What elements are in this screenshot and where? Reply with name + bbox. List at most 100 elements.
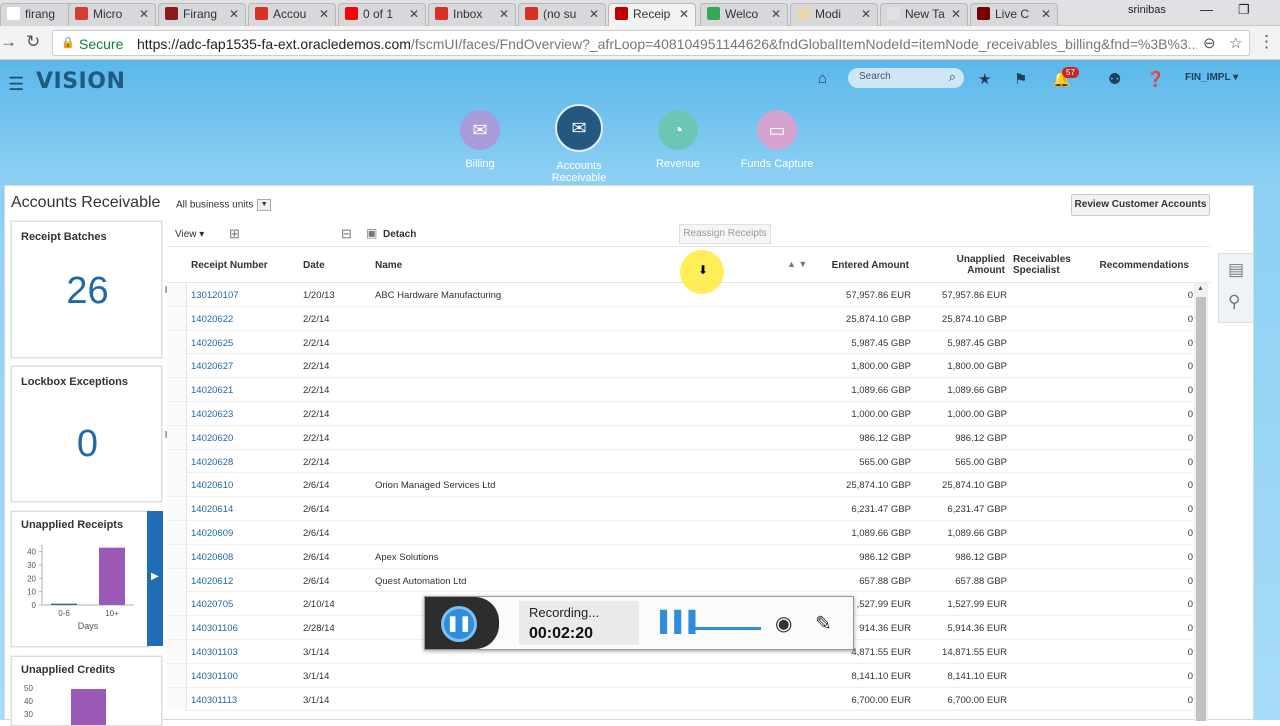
- help-icon[interactable]: ❓: [1146, 70, 1165, 88]
- springboard-icon[interactable]: ▭ Funds Capture: [727, 110, 827, 170]
- col-date[interactable]: Date: [303, 260, 325, 271]
- receipt-number-link[interactable]: 130120107: [191, 290, 239, 301]
- receipt-number-link[interactable]: 14020627: [191, 361, 233, 372]
- close-tab-icon[interactable]: ✕: [679, 7, 689, 21]
- browser-tab[interactable]: Inbox ✕: [428, 3, 516, 26]
- minimize-icon[interactable]: —: [1200, 2, 1213, 17]
- close-tab-icon[interactable]: ✕: [229, 7, 239, 21]
- search-icon[interactable]: ⌕: [949, 69, 956, 85]
- close-tab-icon[interactable]: ✕: [861, 7, 871, 21]
- col-unapplied-amount[interactable]: Unapplied Amount: [937, 254, 1005, 276]
- row-selector[interactable]: [167, 663, 187, 687]
- browser-tab[interactable]: Welco ✕: [700, 3, 788, 26]
- springboard-icon[interactable]: ✉ Accounts Receivable: [529, 104, 629, 184]
- browser-tab[interactable]: Receip ✕: [608, 3, 696, 27]
- profile-name[interactable]: srinibas: [1128, 4, 1166, 16]
- restore-icon[interactable]: ❐: [1238, 2, 1250, 18]
- table-scrollbar[interactable]: ▲: [1194, 283, 1208, 721]
- review-customer-accounts-button[interactable]: Review Customer Accounts: [1071, 194, 1210, 216]
- col-receipt-number[interactable]: Receipt Number: [191, 260, 268, 271]
- document-icon[interactable]: ▤: [1228, 260, 1244, 280]
- receipt-number-link[interactable]: 140301106: [191, 623, 238, 634]
- col-receivables-specialist[interactable]: Receivables Specialist: [1013, 254, 1093, 276]
- browser-tab[interactable]: 0 of 1 ✕: [338, 3, 426, 26]
- browser-tab[interactable]: Accou ✕: [248, 3, 336, 26]
- row-selector[interactable]: [167, 568, 187, 592]
- browser-tab[interactable]: Micro ✕: [68, 3, 156, 26]
- pause-icon[interactable]: ❚❚: [441, 606, 477, 642]
- table-row[interactable]: 14020612 2/6/14 Quest Automation Ltd 657.88…: [167, 568, 1193, 593]
- table-row[interactable]: 14020610 2/6/14 Orion Managed Services Ltd…: [167, 473, 1193, 498]
- accessibility-icon[interactable]: ⚉: [1108, 70, 1121, 88]
- table-row[interactable]: 14020620 2/2/14 986.12 GBP 986.12 GBP 0: [167, 425, 1193, 450]
- table-row[interactable]: 14020625 2/2/14 5,987.45 GBP 5,987.45 GBP 0: [167, 330, 1193, 355]
- reassign-receipts-button[interactable]: Reassign Receipts: [679, 224, 771, 244]
- table-row[interactable]: 140301100 3/1/14 8,141.10 EUR 8,141.10 EUR 0: [167, 663, 1193, 688]
- selected-tile-indicator[interactable]: ▶: [147, 511, 163, 646]
- receipt-number-link[interactable]: 14020623: [191, 409, 233, 420]
- receipt-number-link[interactable]: 14020620: [191, 433, 233, 444]
- row-selector[interactable]: [167, 520, 187, 544]
- table-row[interactable]: 14020609 2/6/14 1,089.66 GBP 1,089.66 GBP 0: [167, 520, 1193, 545]
- receipt-number-link[interactable]: 14020608: [191, 552, 233, 563]
- dropdown-icon[interactable]: ▼: [257, 199, 272, 211]
- row-selector[interactable]: [167, 330, 187, 354]
- table-row[interactable]: 14020614 2/6/14 6,231.47 GBP 6,231.47 GBP 0: [167, 497, 1193, 521]
- browser-tab[interactable]: Firang ✕: [158, 3, 246, 26]
- menu-icon[interactable]: ☰: [8, 74, 24, 95]
- forward-icon[interactable]: →: [0, 32, 17, 52]
- filter-icon[interactable]: ⊟: [341, 226, 352, 242]
- webcam-icon[interactable]: ◉: [775, 611, 792, 636]
- browser-tab[interactable]: Live C ✕: [970, 3, 1058, 26]
- lockbox-exceptions-tile[interactable]: Lockbox Exceptions 0 ▶: [11, 366, 173, 502]
- receipt-number-link[interactable]: 14020622: [191, 314, 233, 325]
- close-tab-icon[interactable]: ✕: [771, 7, 781, 21]
- table-row[interactable]: 14020621 2/2/14 1,089.66 GBP 1,089.66 GBP 0: [167, 378, 1193, 402]
- close-tab-icon[interactable]: ✕: [319, 7, 329, 21]
- url-field[interactable]: 🔒 Secure https://adc-fap1535-fa-ext.orac…: [52, 30, 1250, 56]
- close-tab-icon[interactable]: ✕: [499, 7, 509, 21]
- receipt-number-link[interactable]: 14020621: [191, 385, 233, 396]
- search-magnifier-icon[interactable]: ⚲: [1228, 292, 1240, 312]
- row-selector[interactable]: [167, 544, 187, 568]
- view-menu[interactable]: View ▾: [175, 229, 204, 240]
- table-row[interactable]: 140301113 3/1/14 6,700.00 EUR 6,700.00 EUR 0: [167, 687, 1193, 712]
- receipt-number-link[interactable]: 140301100: [191, 671, 238, 682]
- browser-tab[interactable]: Modi ✕: [790, 3, 878, 26]
- unapplied-receipts-tile[interactable]: Unapplied Receipts 40 30 20 10 0 0-6 10+ Days: [11, 511, 149, 647]
- row-selector[interactable]: [167, 401, 187, 425]
- table-row[interactable]: 14020628 2/2/14 565.00 GBP 565.00 GBP 0: [167, 449, 1193, 474]
- row-selector[interactable]: [167, 497, 187, 521]
- row-selector[interactable]: [167, 306, 187, 330]
- table-row[interactable]: 130120107 1/20/13 ABC Hardware Manufacturi…: [167, 283, 1193, 307]
- pen-icon[interactable]: ✎: [815, 611, 832, 636]
- table-row[interactable]: 14020608 2/6/14 Apex Solutions 986.12 GBP 98…: [167, 544, 1193, 569]
- receipt-number-link[interactable]: 14020609: [191, 528, 233, 539]
- browser-tab[interactable]: New Tab ✕: [880, 3, 968, 26]
- zoom-icon[interactable]: ⊖: [1203, 34, 1216, 52]
- browser-menu-icon[interactable]: ⋮: [1258, 32, 1275, 52]
- row-selector[interactable]: [167, 378, 187, 402]
- bookmark-star-icon[interactable]: ☆: [1229, 34, 1242, 52]
- receipt-batches-tile[interactable]: Receipt Batches 26 ▶: [11, 221, 173, 358]
- close-tab-icon[interactable]: ✕: [409, 7, 419, 21]
- receipt-number-link[interactable]: 140301103: [191, 647, 238, 658]
- unapplied-credits-tile[interactable]: Unapplied Credits 50 40 30: [11, 656, 162, 726]
- row-selector[interactable]: [167, 425, 187, 449]
- table-row[interactable]: 14020623 2/2/14 1,000.00 GBP 1,000.00 GBP 0: [167, 401, 1193, 426]
- close-tab-icon[interactable]: ✕: [1041, 7, 1051, 21]
- global-search[interactable]: Search ⌕: [848, 68, 964, 88]
- col-recommendations[interactable]: Recommendations: [1093, 260, 1189, 271]
- freeze-icon[interactable]: ⊞: [229, 226, 240, 242]
- sort-arrows-icon[interactable]: ▲ ▼: [787, 259, 807, 269]
- row-selector[interactable]: [167, 449, 187, 473]
- table-row[interactable]: 14020622 2/2/14 25,874.10 GBP 25,874.10 GBP…: [167, 306, 1193, 331]
- business-unit-selector[interactable]: All business units ▼: [176, 199, 272, 211]
- scroll-up-icon[interactable]: ▲: [1197, 285, 1204, 292]
- home-icon[interactable]: ⌂: [818, 70, 827, 87]
- springboard-icon[interactable]: ✉ Billing: [430, 110, 530, 170]
- receipt-number-link[interactable]: 14020625: [191, 338, 233, 349]
- receipt-number-link[interactable]: 14020705: [191, 599, 233, 610]
- reload-icon[interactable]: ↻: [26, 32, 40, 52]
- col-name[interactable]: Name: [375, 260, 402, 271]
